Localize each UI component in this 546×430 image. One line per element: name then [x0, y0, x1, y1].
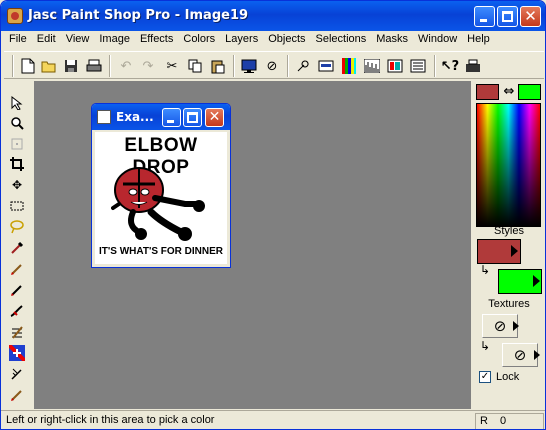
menu-bar: File Edit View Image Effects Colors Laye… [4, 31, 544, 49]
maximize-icon [187, 112, 198, 123]
menu-image[interactable]: Image [94, 31, 135, 49]
paste-icon[interactable] [208, 56, 228, 76]
retouch-icon[interactable] [6, 322, 28, 342]
background-texture-button[interactable]: ⊘ [502, 343, 538, 367]
minimize-icon [480, 19, 487, 22]
menu-view[interactable]: View [61, 31, 95, 49]
standard-toolbar: ↶ ↷ ✂ ⊘ ↖? [4, 51, 544, 79]
eraser-icon[interactable] [6, 364, 28, 384]
toolbar-separator [233, 55, 235, 77]
window-title: Jasc Paint Shop Pro - Image19 [28, 8, 249, 23]
image-caption-bottom: IT'S WHAT'S FOR DINNER [98, 246, 223, 257]
dropper-icon[interactable] [6, 238, 28, 258]
menu-selections[interactable]: Selections [311, 31, 372, 49]
image-minimize-button[interactable] [162, 108, 181, 127]
maximize-icon [502, 11, 513, 22]
lock-label: Lock [496, 371, 520, 383]
menu-edit[interactable]: Edit [32, 31, 61, 49]
app-icon[interactable] [7, 8, 23, 24]
toolbar-separator [109, 55, 111, 77]
swap-colors-icon[interactable]: ⇔ [501, 84, 517, 100]
maximize-button[interactable] [497, 6, 518, 27]
menu-file[interactable]: File [4, 31, 32, 49]
airbrush-icon[interactable] [6, 405, 28, 409]
cut-icon[interactable]: ✂ [162, 56, 182, 76]
menu-objects[interactable]: Objects [263, 31, 310, 49]
color-replacer-icon[interactable] [6, 301, 28, 321]
freehand-selection-icon[interactable] [6, 217, 28, 237]
new-file-icon[interactable] [18, 56, 38, 76]
color-readout: R 0 [475, 413, 544, 429]
color-palette-icon[interactable] [339, 56, 359, 76]
chevron-right-icon[interactable] [533, 275, 540, 287]
lock-checkbox[interactable]: ✓ [479, 371, 491, 383]
chevron-right-icon[interactable] [513, 321, 519, 331]
move-icon[interactable]: ✥ [6, 175, 28, 195]
minimize-icon [167, 120, 174, 123]
overview-icon[interactable] [293, 56, 313, 76]
menu-help[interactable]: Help [462, 31, 495, 49]
color-palette-panel: ⇔ Styles ↳ Textures ⊘ ↳ ⊘ ✓ Lock [474, 81, 544, 409]
status-text: Left or right-click in this area to pick… [6, 414, 215, 426]
title-bar[interactable]: Jasc Paint Shop Pro - Image19 ✕ [1, 1, 545, 31]
context-help-icon[interactable]: ↖? [440, 56, 460, 76]
red-channel-value: 0 [500, 415, 507, 427]
image-window[interactable]: Exa... ✕ ELBOW DROP IT'S WHAT'S FOR DINN… [91, 103, 231, 268]
tool-options-icon[interactable] [316, 56, 336, 76]
scratch-remover-icon[interactable] [6, 343, 28, 363]
tool-palette: ✥ [4, 83, 31, 409]
histogram-icon[interactable] [362, 56, 382, 76]
red-channel-label: R [480, 415, 488, 427]
foreground-color-swatch[interactable] [476, 84, 499, 100]
styles-label: Styles [494, 225, 524, 237]
image-canvas[interactable]: ELBOW DROP IT'S WHAT'S FOR DINNER [95, 132, 227, 264]
close-button[interactable]: ✕ [520, 6, 541, 27]
redo-icon[interactable]: ↷ [138, 56, 158, 76]
background-color-swatch[interactable] [518, 84, 541, 100]
script-icon[interactable] [408, 56, 428, 76]
image-window-title: Exa... [116, 110, 154, 124]
close-icon: ✕ [524, 7, 537, 25]
arrow-icon[interactable] [6, 93, 28, 113]
menu-effects[interactable]: Effects [135, 31, 178, 49]
textures-label: Textures [488, 298, 530, 310]
chevron-right-icon[interactable] [534, 350, 540, 360]
paint-brush-icon[interactable] [6, 259, 28, 279]
color-picker-area[interactable] [476, 103, 541, 227]
menu-layers[interactable]: Layers [220, 31, 263, 49]
close-icon: ✕ [208, 109, 221, 125]
undo-icon[interactable]: ↶ [116, 56, 136, 76]
menu-masks[interactable]: Masks [371, 31, 413, 49]
menu-window[interactable]: Window [413, 31, 462, 49]
copy-icon[interactable] [185, 56, 205, 76]
image-window-title-bar[interactable]: Exa... ✕ [92, 104, 230, 130]
toolbar-separator [12, 55, 14, 77]
open-folder-icon[interactable] [39, 56, 59, 76]
selection-icon[interactable] [6, 196, 28, 216]
wrestler-illustration [111, 167, 205, 241]
clone-brush-icon[interactable] [6, 280, 28, 300]
print-icon[interactable] [84, 56, 104, 76]
swap-textures-icon[interactable]: ↳ [480, 339, 490, 353]
toolbar-separator [287, 55, 289, 77]
status-bar: Left or right-click in this area to pick… [1, 410, 545, 429]
menu-colors[interactable]: Colors [178, 31, 220, 49]
browse-monitor-icon[interactable] [239, 56, 259, 76]
toolbar-separator [434, 55, 436, 77]
image-document-icon [97, 110, 111, 124]
swap-styles-icon[interactable]: ↳ [480, 263, 490, 277]
save-icon[interactable] [61, 56, 81, 76]
picture-tube-icon[interactable] [6, 385, 28, 405]
scanner-icon[interactable] [463, 56, 483, 76]
crop-icon[interactable] [6, 154, 28, 174]
chevron-right-icon[interactable] [511, 245, 518, 257]
layers-palette-icon[interactable] [385, 56, 405, 76]
image-close-button[interactable]: ✕ [205, 108, 224, 127]
minimize-button[interactable] [474, 6, 495, 27]
main-window: Jasc Paint Shop Pro - Image19 ✕ File Edi… [0, 0, 546, 430]
no-entry-icon[interactable]: ⊘ [262, 56, 282, 76]
deform-icon[interactable] [6, 134, 28, 154]
image-maximize-button[interactable] [183, 108, 202, 127]
zoom-icon[interactable] [6, 113, 28, 133]
